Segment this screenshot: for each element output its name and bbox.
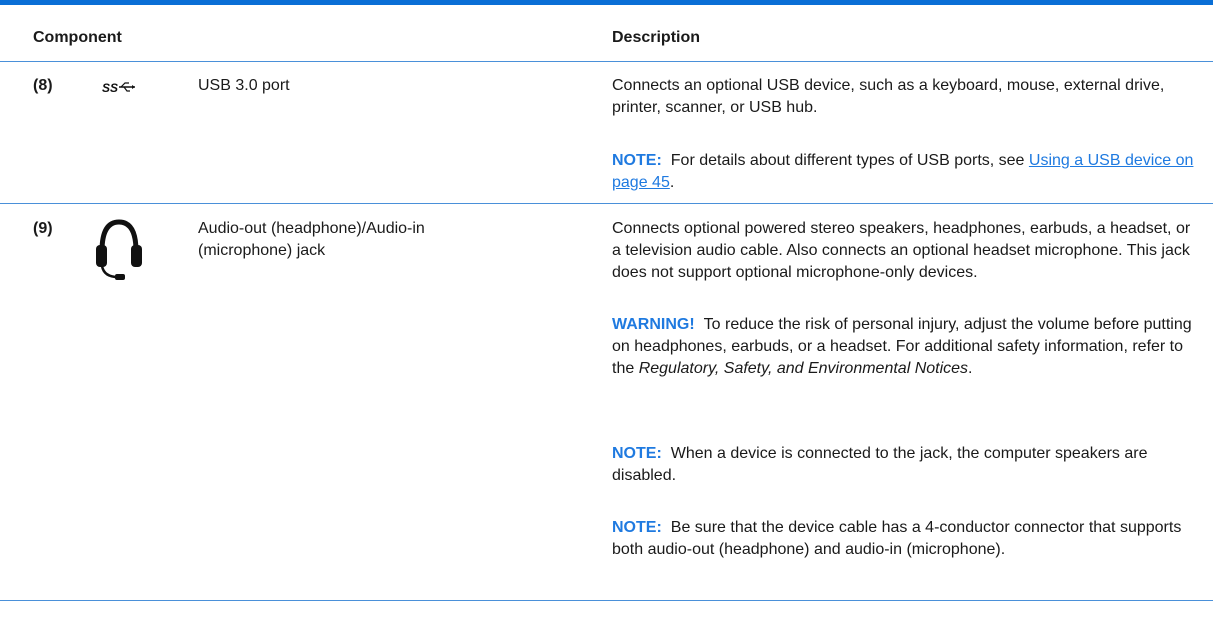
component-name-line-2: (microphone) jack <box>198 242 326 259</box>
component-description: Connects optional powered stereo speaker… <box>612 220 1191 281</box>
component-name-line-1: Audio-out (headphone)/Audio-in <box>198 220 425 237</box>
component-name: USB 3.0 port <box>198 77 290 94</box>
table-bottom-rule <box>0 600 1213 601</box>
column-header-description: Description <box>612 29 701 46</box>
note-text: For details about different types of USB… <box>670 152 1029 169</box>
warning-label: WARNING! <box>612 316 695 333</box>
row-number: (8) <box>33 77 53 94</box>
svg-text:SS: SS <box>102 81 118 95</box>
note-block: NOTE: For details about different types o… <box>612 152 1194 191</box>
warning-block: WARNING! To reduce the risk of personal i… <box>612 316 1192 377</box>
row-divider <box>0 203 1213 204</box>
note-block: NOTE: Be sure that the device cable has a… <box>612 519 1182 558</box>
table-top-rule <box>0 0 1213 5</box>
note-label: NOTE: <box>612 152 662 169</box>
note-block: NOTE: When a device is connected to the j… <box>612 445 1148 484</box>
usb-ss-icon: SS <box>102 80 136 101</box>
column-header-component: Component <box>33 29 122 46</box>
header-divider <box>0 61 1213 62</box>
headset-icon <box>96 217 142 286</box>
regulatory-notices-title: Regulatory, Safety, and Environmental No… <box>638 360 969 377</box>
component-description: Connects an optional USB device, such as… <box>612 77 1165 116</box>
note-label: NOTE: <box>612 445 662 462</box>
note-label: NOTE: <box>612 519 662 536</box>
row-number: (9) <box>33 220 53 237</box>
